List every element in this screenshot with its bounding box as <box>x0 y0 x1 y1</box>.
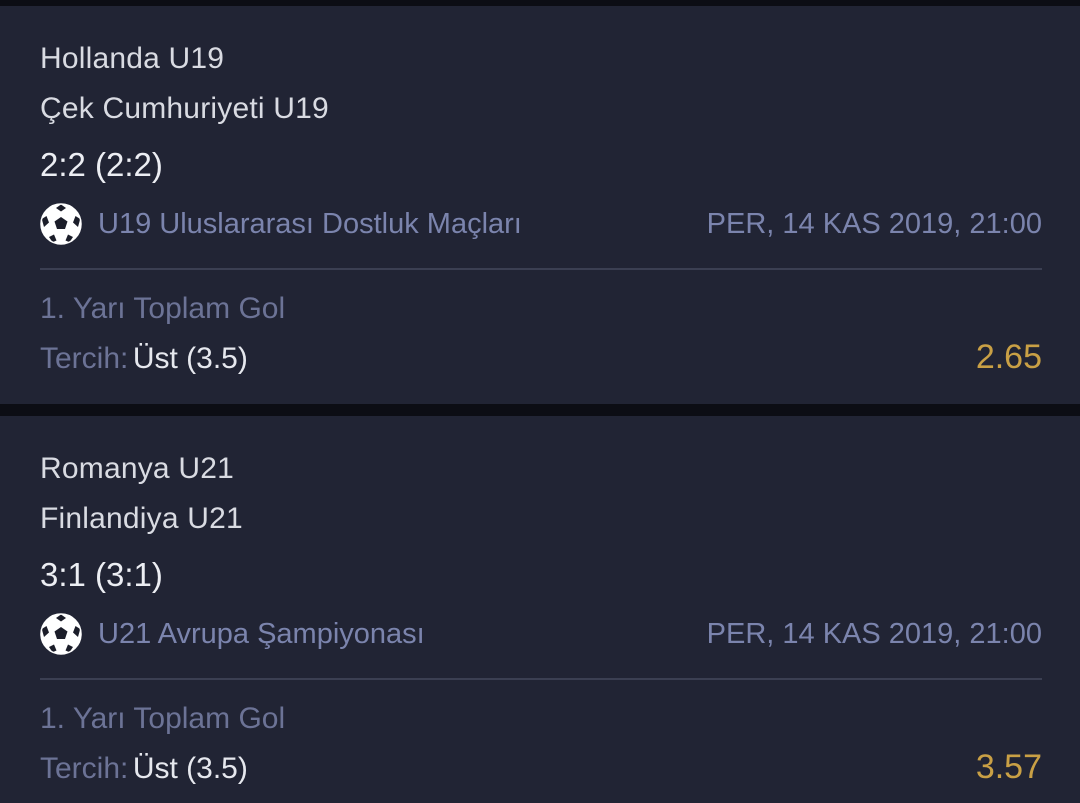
pick-row: Tercih: Üst (3.5) 3.57 <box>40 748 1042 787</box>
odds-value: 2.65 <box>975 338 1042 376</box>
match-date: PER, 14 KAS 2019, 21:00 <box>706 617 1042 650</box>
away-team: Finlandiya U21 <box>40 502 243 535</box>
match-date: PER, 14 KAS 2019, 21:00 <box>706 207 1042 240</box>
match-meta: U19 Uluslararası Dostluk Maçları PER, 14… <box>40 203 1042 245</box>
soccer-ball-icon <box>40 613 82 655</box>
pick-row: Tercih: Üst (3.5) 2.65 <box>40 338 1042 377</box>
pick-label: Tercih: <box>40 342 129 375</box>
pick-value: Üst (3.5) <box>132 752 248 785</box>
pick-label: Tercih: <box>40 752 129 785</box>
league-name: U21 Avrupa Şampiyonası <box>98 617 425 650</box>
pick: Tercih: Üst (3.5) <box>40 342 248 376</box>
bet-market: 1. Yarı Toplam Gol <box>40 292 286 325</box>
away-team: Çek Cumhuriyeti U19 <box>40 92 329 125</box>
pick: Tercih: Üst (3.5) <box>40 752 248 786</box>
divider <box>40 678 1042 680</box>
home-team: Hollanda U19 <box>40 42 225 75</box>
divider <box>40 268 1042 270</box>
match-meta: U21 Avrupa Şampiyonası PER, 14 KAS 2019,… <box>40 613 1042 655</box>
bet-market: 1. Yarı Toplam Gol <box>40 702 286 735</box>
bet-list: Hollanda U19 Çek Cumhuriyeti U19 2:2 (2:… <box>0 0 1080 803</box>
league-name: U19 Uluslararası Dostluk Maçları <box>98 207 522 240</box>
bet-card[interactable]: Hollanda U19 Çek Cumhuriyeti U19 2:2 (2:… <box>0 6 1080 404</box>
bet-card[interactable]: Romanya U21 Finlandiya U21 3:1 (3:1) U21… <box>0 416 1080 803</box>
soccer-ball-icon <box>40 203 82 245</box>
odds-value: 3.57 <box>975 748 1042 786</box>
pick-value: Üst (3.5) <box>132 342 248 375</box>
match-score: 2:2 (2:2) <box>40 146 163 183</box>
match-score: 3:1 (3:1) <box>40 556 163 593</box>
home-team: Romanya U21 <box>40 452 234 485</box>
